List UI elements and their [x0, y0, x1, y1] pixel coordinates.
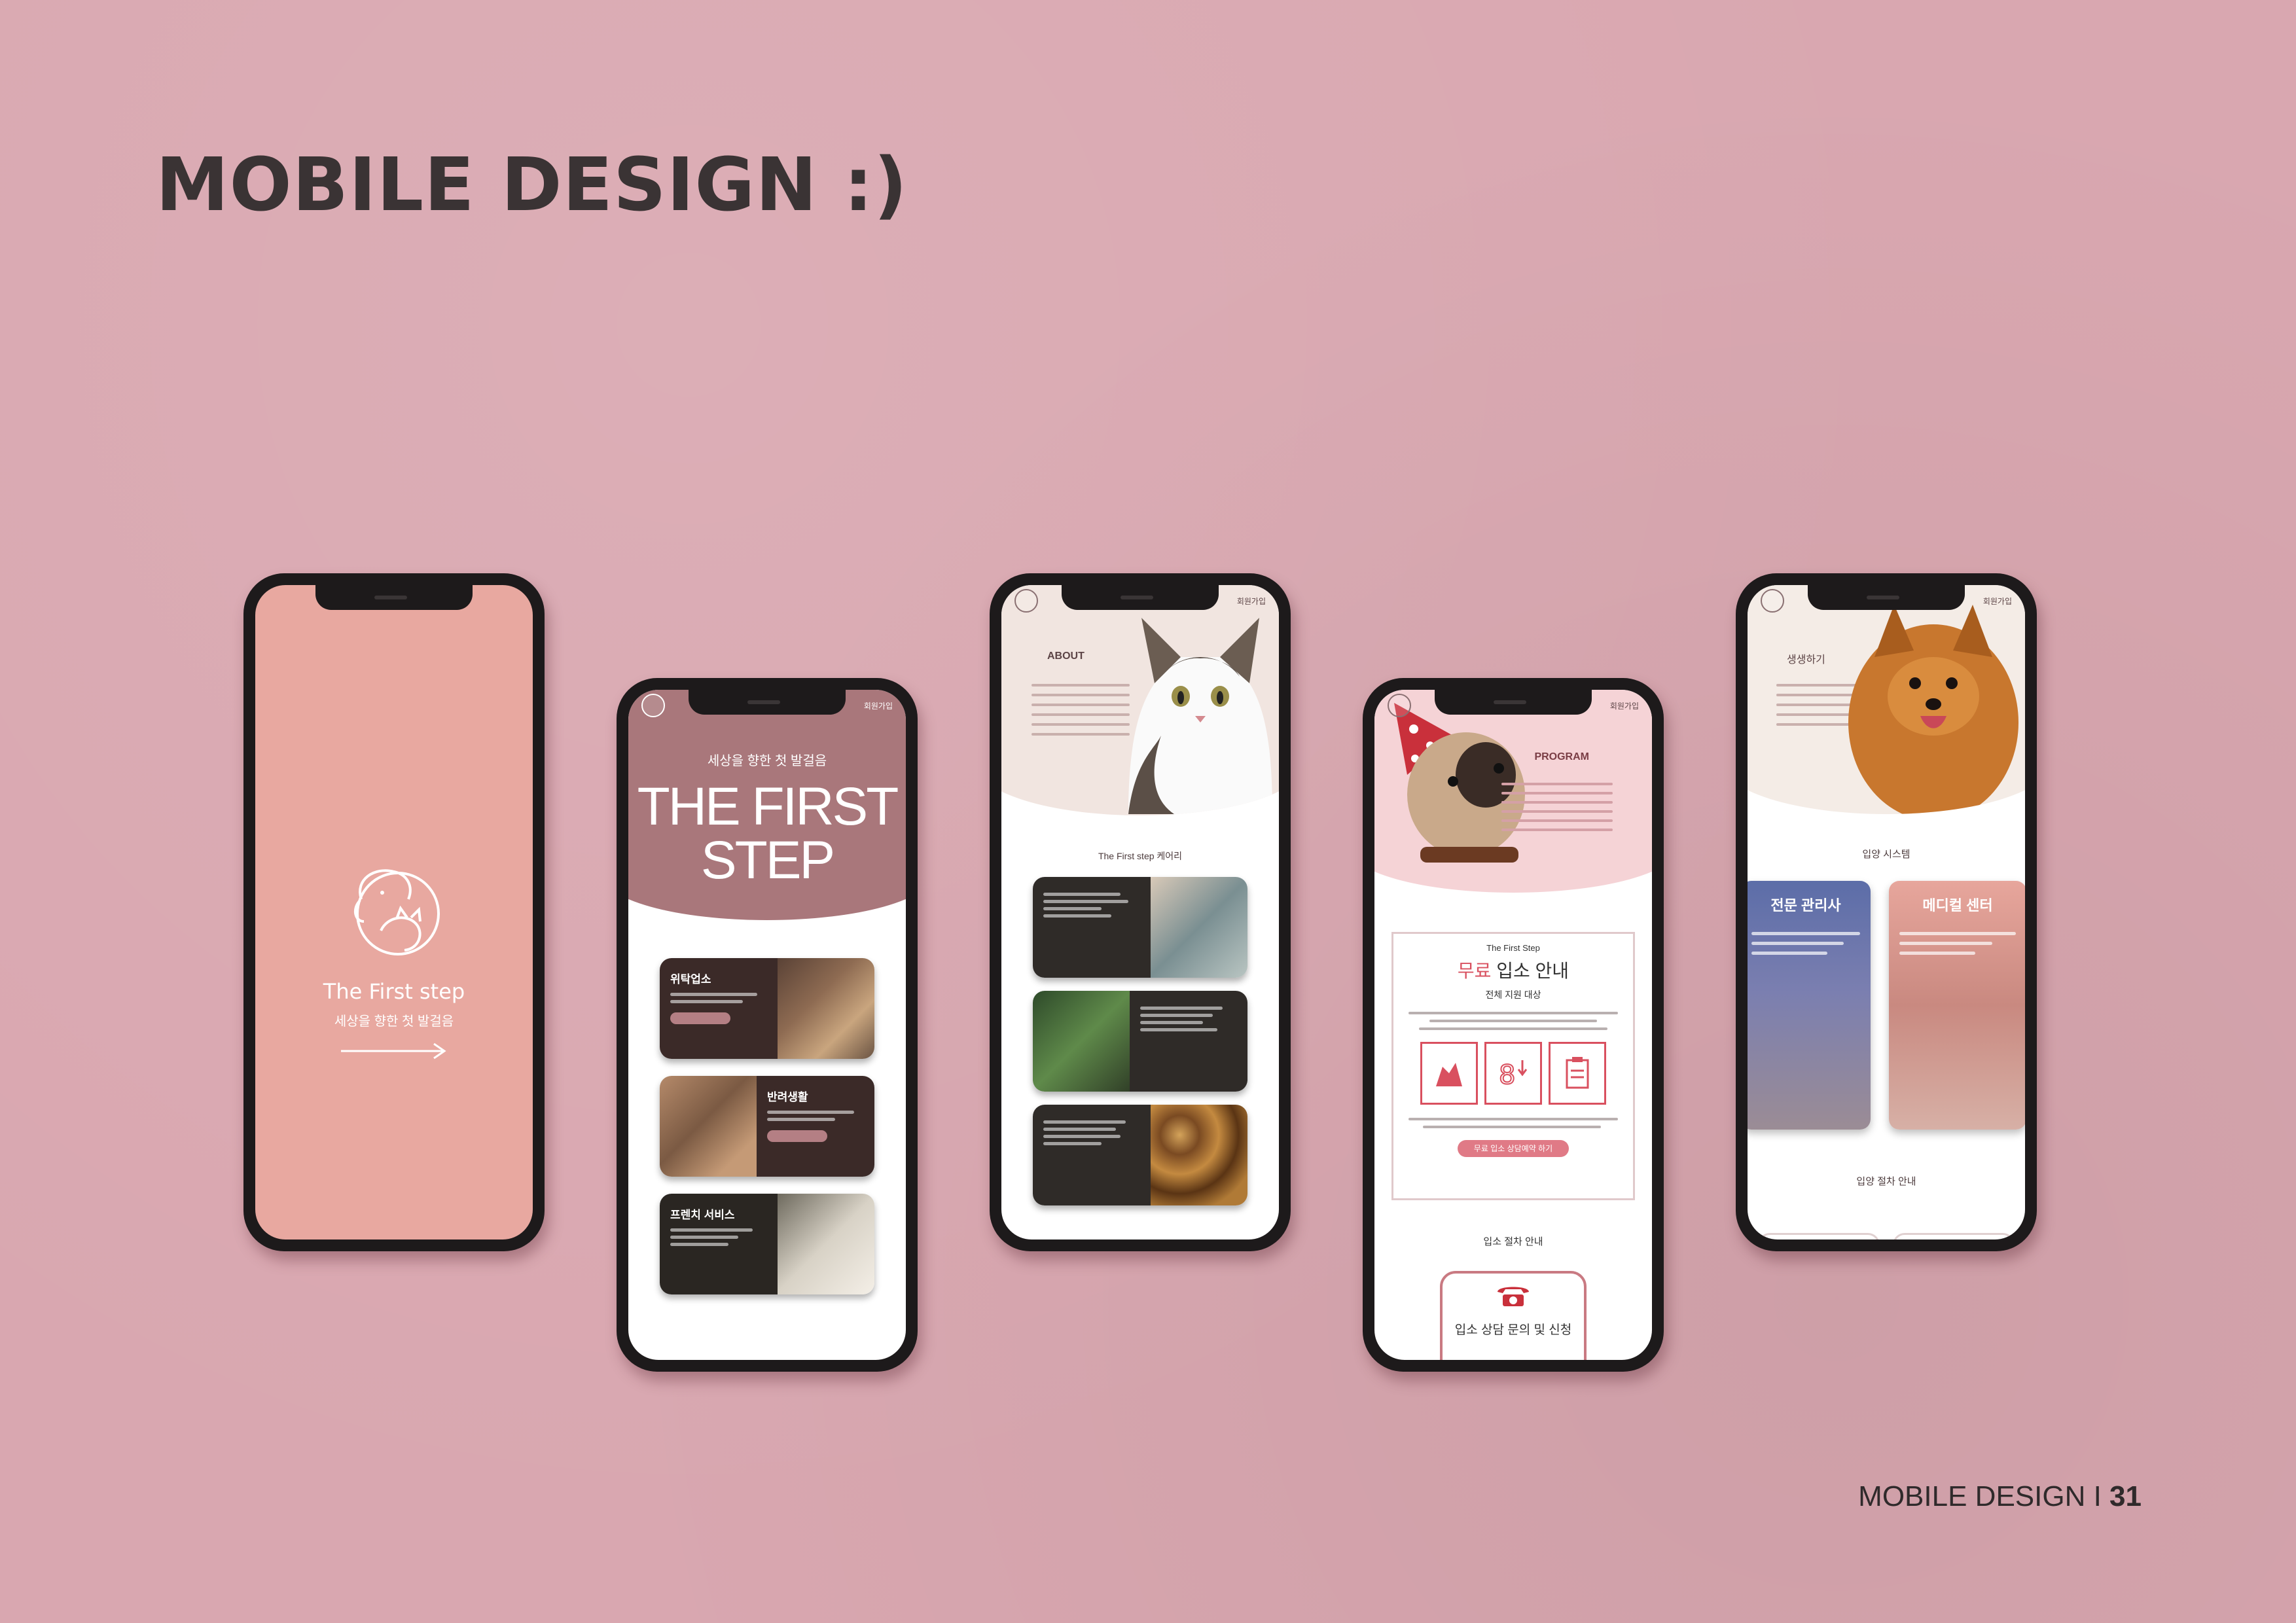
phone-notch [315, 585, 473, 610]
card-text [1033, 1105, 1151, 1205]
specialist-card[interactable]: 전문 관리사 [1748, 881, 1871, 1130]
signup-link[interactable]: 회원가입 [1983, 596, 2012, 607]
section-title: 입소 절차 안내 [1483, 1236, 1543, 1247]
procedure-card[interactable] [1893, 1233, 2015, 1240]
phone-mockup-main: 세상을 향한 첫 발걸음 THE FIRST STEP 회원가입 위탁업소 반려… [617, 678, 918, 1372]
phone-notch [689, 690, 846, 715]
section-title: 입양 절차 안내 [1856, 1176, 1916, 1187]
about-hero: ABOUT [1001, 585, 1279, 815]
about-title: ABOUT [1047, 651, 1085, 662]
arrow-right-icon[interactable] [338, 1041, 450, 1061]
footer-label: MOBILE DESIGN [1858, 1480, 2086, 1512]
logo-icon[interactable] [1014, 589, 1038, 613]
phone-notch [1435, 690, 1592, 715]
pet-icon [1420, 1042, 1478, 1105]
card-text [1751, 925, 1860, 961]
feature-card[interactable]: 반려생활 [660, 1076, 874, 1177]
box-notes [1408, 1118, 1618, 1128]
headline-line-1: THE FIRST [637, 777, 899, 836]
card-text [1130, 991, 1247, 1092]
cat-photo [660, 1076, 757, 1177]
age-limit-icon: 8 [1484, 1042, 1542, 1105]
about-screen: ABOUT 회원가입 The First step 케어리 [1001, 585, 1279, 1240]
program-screen: PROGRAM 회원가입 The First Step 무료 입소 안내 전체 … [1374, 690, 1652, 1360]
box-title-highlight: 무료 [1457, 961, 1492, 981]
box-title: 무료 입소 안내 [1393, 957, 1633, 983]
logo-icon[interactable] [641, 694, 665, 717]
benefit-icons: 8 [1417, 1042, 1609, 1105]
box-title-rest: 입소 안내 [1491, 961, 1570, 981]
logo-icon[interactable] [1761, 589, 1784, 613]
hero-headline: THE FIRST STEP [628, 780, 906, 887]
page-number: 31 [2109, 1480, 2142, 1512]
phone-mockup-program: PROGRAM 회원가입 The First Step 무료 입소 안내 전체 … [1363, 678, 1664, 1372]
procedure-cards [1758, 1233, 2015, 1240]
dog-girl-photo [778, 1194, 874, 1294]
box-text [1408, 1012, 1618, 1030]
telephone-icon [1498, 1287, 1529, 1306]
procedure-card[interactable] [1758, 1233, 1880, 1240]
medical-center-card[interactable]: 메디컬 센터 [1889, 881, 2025, 1130]
card-text: 프렌치 서비스 [660, 1194, 778, 1294]
card-title: 메디컬 센터 [1922, 897, 1993, 914]
signup-link[interactable]: 회원가입 [1610, 700, 1639, 711]
window-photo [1151, 877, 1247, 978]
pet-logo-icon [353, 869, 440, 955]
box-target: 전체 지원 대상 [1485, 990, 1541, 1000]
brand-name: The First step [323, 979, 465, 1004]
card-title: 프렌치 서비스 [670, 1209, 735, 1221]
box-caption: The First Step [1486, 943, 1540, 953]
card-title: 반려생활 [767, 1091, 808, 1103]
service-card[interactable] [1033, 877, 1247, 978]
hero-title: 생생하기 [1787, 654, 1825, 666]
feature-card[interactable]: 프렌치 서비스 [660, 1194, 874, 1294]
card-title: 위탁업소 [670, 973, 711, 986]
page-footer: MOBILE DESIGN I 31 [1858, 1480, 2142, 1513]
service-card[interactable] [1033, 991, 1247, 1092]
section-title: 입양 시스템 [1862, 849, 1910, 860]
footer-separator: I [2085, 1480, 2110, 1512]
cat-photo [1128, 618, 1272, 814]
page-title: MOBILE DESIGN :) [156, 143, 908, 228]
consult-call-card[interactable]: 입소 상담 문의 및 신청 [1440, 1271, 1587, 1360]
dog-run-photo [1033, 991, 1130, 1092]
card-text: 반려생활 [757, 1076, 874, 1177]
clipboard-icon [1549, 1042, 1606, 1105]
pomeranian-photo [1848, 605, 2018, 814]
call-card-title: 입소 상담 문의 및 신청 [1454, 1323, 1572, 1337]
logo-icon[interactable] [1388, 694, 1411, 717]
phone-notch [1062, 585, 1219, 610]
splash-content: The First step 세상을 향한 첫 발걸음 [255, 853, 533, 1061]
card-text: 위탁업소 [660, 958, 778, 1059]
section-subtitle: The First step 케어리 [1098, 851, 1183, 861]
svg-text:8: 8 [1499, 1060, 1515, 1090]
adoption-screen: 생생하기 회원가입 입양 시스템 전문 관리사 메디컬 센터 입양 절차 안내 [1748, 585, 2025, 1240]
feature-card[interactable]: 위탁업소 [660, 958, 874, 1059]
card-button[interactable] [767, 1130, 827, 1142]
adoption-hero: 생생하기 [1748, 585, 2025, 814]
card-text [1033, 877, 1151, 978]
phone-notch [1808, 585, 1965, 610]
service-card[interactable] [1033, 1105, 1247, 1205]
free-admission-box: The First Step 무료 입소 안내 전체 지원 대상 8 무료 입소… [1391, 932, 1635, 1200]
hero-banner: 세상을 향한 첫 발걸음 THE FIRST STEP [628, 690, 906, 920]
signup-link[interactable]: 회원가입 [1237, 596, 1266, 607]
card-title: 전문 관리사 [1770, 897, 1841, 914]
brand-subtitle: 세상을 향한 첫 발걸음 [334, 1014, 454, 1029]
phone-mockup-adoption: 생생하기 회원가입 입양 시스템 전문 관리사 메디컬 센터 입양 절차 안내 [1736, 573, 2037, 1251]
headline-line-2: STEP [700, 830, 835, 890]
consult-reservation-button[interactable]: 무료 입소 상담예약 하기 [1458, 1140, 1569, 1157]
signup-link[interactable]: 회원가입 [864, 700, 893, 711]
hero-tagline: 세상을 향한 첫 발걸음 [707, 754, 827, 768]
dog-photo [778, 958, 874, 1059]
program-title: PROGRAM [1534, 751, 1589, 762]
program-text [1501, 776, 1613, 838]
phone-mockup-about: ABOUT 회원가입 The First step 케어리 [990, 573, 1291, 1251]
pet-food-photo [1151, 1105, 1247, 1205]
main-screen: 세상을 향한 첫 발걸음 THE FIRST STEP 회원가입 위탁업소 반려… [628, 690, 906, 1360]
card-button[interactable] [670, 1012, 730, 1024]
phone-mockup-splash: The First step 세상을 향한 첫 발걸음 [243, 573, 545, 1251]
splash-screen: The First step 세상을 향한 첫 발걸음 [255, 585, 533, 1240]
card-text [1899, 925, 2016, 961]
